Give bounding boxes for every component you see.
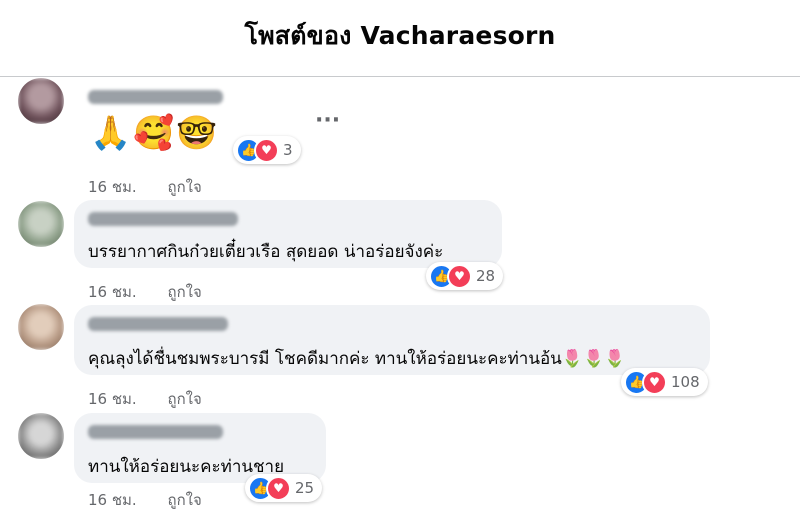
commenter-name-blurred[interactable] — [88, 425, 223, 439]
comment-bubble: ทานให้อร่อยนะคะท่านชาย — [74, 413, 326, 483]
comment-meta: 16 ชม. ถูกใจ — [88, 175, 202, 199]
comment-emoji-text: 🙏🥰🤓 — [90, 113, 220, 152]
reaction-summary[interactable]: 👍 ♥ 28 — [426, 262, 504, 290]
avatar[interactable] — [18, 201, 64, 247]
commenter-name-blurred[interactable] — [88, 90, 223, 104]
heart-icon: ♥ — [254, 137, 279, 163]
reaction-count: 28 — [476, 267, 496, 285]
reaction-count: 108 — [671, 373, 700, 391]
comment-time[interactable]: 16 ชม. — [88, 178, 137, 196]
comment-time[interactable]: 16 ชม. — [88, 283, 137, 301]
comment-text: บรรยากาศกินก๋วยเตี๋ยวเรือ สุดยอด น่าอร่อ… — [88, 242, 444, 262]
comment-bubble: บรรยากาศกินก๋วยเตี๋ยวเรือ สุดยอด น่าอร่อ… — [74, 200, 502, 268]
comment-time[interactable]: 16 ชม. — [88, 491, 137, 509]
comment-text-body: คุณลุงได้ชื่นชมพระบารมี โชคดีมากค่ะ ทานใ… — [88, 349, 562, 369]
avatar[interactable] — [18, 304, 64, 350]
reaction-count: 3 — [283, 141, 293, 159]
reaction-summary[interactable]: 👍 ♥ 108 — [621, 368, 708, 396]
like-button[interactable]: ถูกใจ — [167, 390, 201, 408]
reaction-summary[interactable]: 👍 ♥ 3 — [233, 136, 301, 164]
comment-time[interactable]: 16 ชม. — [88, 390, 137, 408]
comment-bubble: คุณลุงได้ชื่นชมพระบารมี โชคดีมากค่ะ ทานใ… — [74, 305, 710, 375]
like-button[interactable]: ถูกใจ — [167, 283, 201, 301]
comment-meta: 16 ชม. ถูกใจ — [88, 488, 202, 512]
heart-icon: ♥ — [642, 369, 667, 395]
like-button[interactable]: ถูกใจ — [167, 178, 201, 196]
commenter-name-blurred[interactable] — [88, 212, 238, 226]
tulip-emoji: 🌷🌷🌷 — [561, 349, 626, 369]
comment-meta: 16 ชม. ถูกใจ — [88, 387, 202, 411]
heart-icon: ♥ — [447, 263, 472, 289]
post-header: โพสต์ของ Vacharaesorn — [0, 0, 800, 77]
page-title: โพสต์ของ Vacharaesorn — [244, 21, 556, 50]
heart-icon: ♥ — [266, 475, 291, 501]
reaction-summary[interactable]: 👍 ♥ 25 — [245, 474, 323, 502]
more-options-icon[interactable]: ··· — [315, 108, 340, 133]
like-button[interactable]: ถูกใจ — [167, 491, 201, 509]
avatar[interactable] — [18, 78, 64, 124]
comment-meta: 16 ชม. ถูกใจ — [88, 280, 202, 304]
comment-text: คุณลุงได้ชื่นชมพระบารมี โชคดีมากค่ะ ทานใ… — [88, 345, 625, 372]
avatar[interactable] — [18, 413, 64, 459]
commenter-name-blurred[interactable] — [88, 317, 228, 331]
reaction-count: 25 — [295, 479, 315, 497]
